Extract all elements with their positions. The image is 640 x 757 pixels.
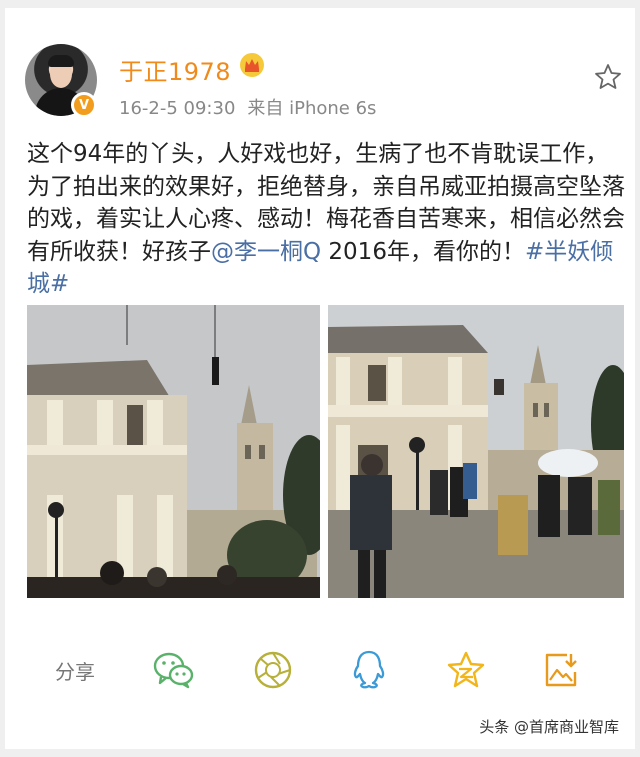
post-meta: 16-2-5 09:30 来自 iPhone 6s [119, 94, 376, 120]
qzone-icon [447, 651, 485, 688]
photo-1-scene [27, 305, 320, 598]
image-save-icon [545, 653, 577, 687]
moments-button[interactable] [249, 646, 297, 694]
wechat-button[interactable] [150, 646, 198, 694]
post-photo-2[interactable] [328, 305, 624, 598]
post-photo-1[interactable] [27, 305, 320, 598]
qq-icon [353, 650, 385, 689]
star-outline-icon[interactable] [593, 62, 623, 92]
qq-button[interactable] [345, 646, 393, 694]
post-text-tail: 2016年，看你的！ [321, 238, 525, 265]
share-bar: 分享 [5, 646, 635, 694]
wechat-icon [153, 652, 194, 689]
watermark: 头条 @首席商业智库 [475, 714, 623, 739]
post-timestamp: 16-2-5 09:30 [119, 98, 236, 119]
qzone-button[interactable] [442, 646, 490, 694]
post-text: 这个94年的丫头，人好戏也好，生病了也不肯耽误工作，为了拍出来的效果好，拒绝替身… [27, 138, 627, 301]
crown-icon [240, 53, 264, 77]
verified-badge: V [71, 92, 97, 118]
avatar-hair [48, 55, 74, 67]
moments-icon [254, 651, 292, 689]
mention-link[interactable]: @李一桐Q [211, 239, 321, 265]
photo-2-scene [328, 305, 624, 598]
post-source: 来自 iPhone 6s [247, 98, 377, 119]
weibo-post-card: V 于正1978 16-2-5 09:30 来自 iPhone 6s 这个94年的… [5, 8, 635, 749]
save-image-button[interactable] [537, 646, 585, 694]
share-label: 分享 [55, 659, 95, 684]
username[interactable]: 于正1978 [119, 52, 231, 87]
